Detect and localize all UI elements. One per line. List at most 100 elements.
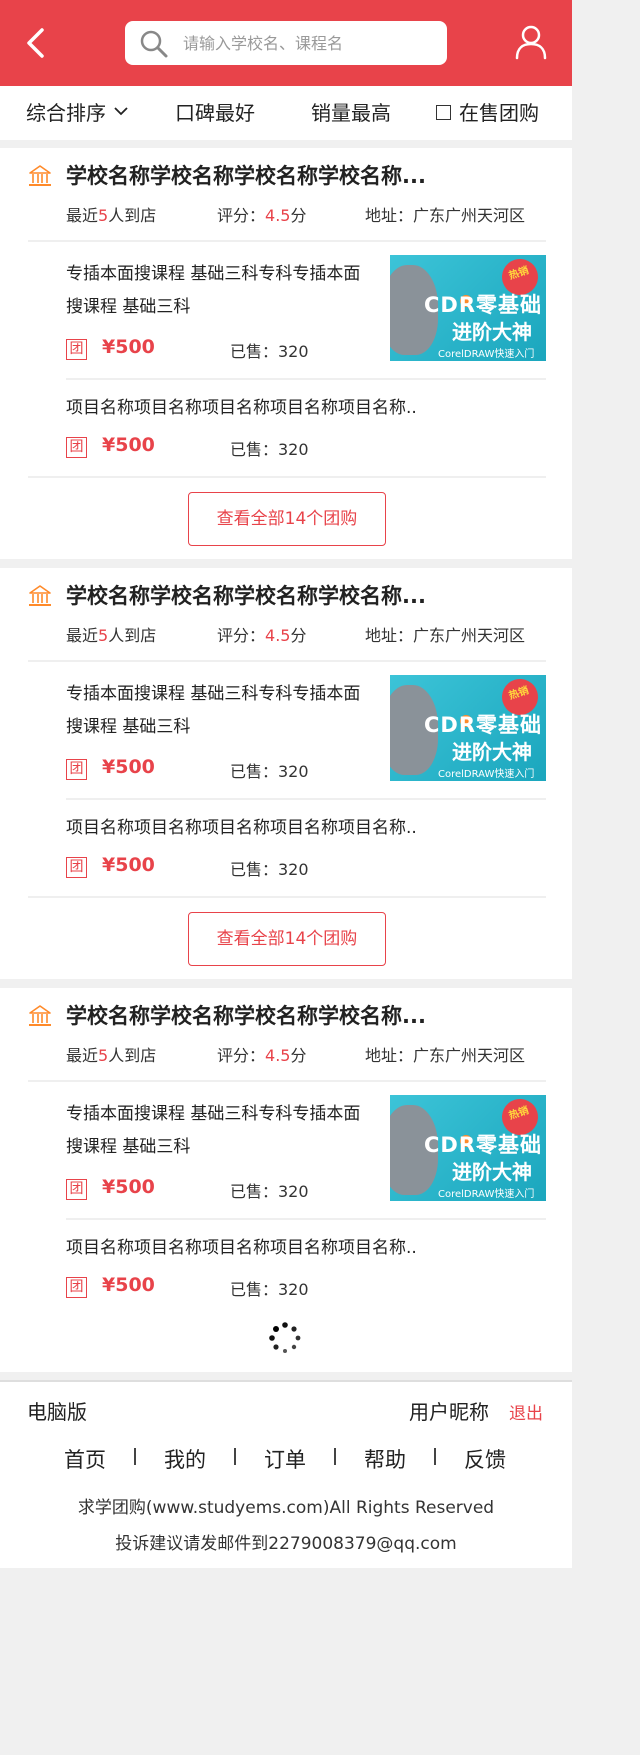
nav-separator	[334, 1448, 336, 1465]
rating-value: 4.5	[265, 626, 291, 645]
divider	[66, 378, 546, 380]
recent-suffix: 人到店	[108, 626, 157, 645]
footer-nav-mine[interactable]: 我的	[164, 1444, 206, 1474]
course-price: ¥500	[102, 1274, 155, 1296]
address: 地址：广东广州天河区	[365, 206, 526, 225]
search-input[interactable]	[183, 21, 433, 65]
filter-on-sale[interactable]: 在售团购	[436, 86, 539, 140]
pc-version-link[interactable]: 电脑版	[27, 1396, 87, 1425]
group-buy-tag: 团	[66, 339, 87, 360]
school-card: 学校名称学校名称学校名称学校名称... 最近5人到店 评分：4.5分 地址：广东…	[0, 988, 572, 1372]
recent-suffix: 人到店	[108, 1046, 157, 1065]
course-thumbnail[interactable]: 热销 CDR零基础 进阶大神 CorelDRAW快速入门	[390, 1095, 546, 1201]
filter-on-sale-label: 在售团购	[459, 101, 539, 125]
view-all-deals-button[interactable]: 查看全部14个团购	[188, 492, 386, 546]
sold-count: 已售：320	[230, 342, 309, 361]
divider	[28, 240, 546, 242]
recent-count: 5	[98, 626, 109, 645]
group-buy-tag: 团	[66, 857, 87, 878]
rating-label: 评分：	[217, 206, 266, 225]
thumbnail-headline: CDR零基础	[424, 293, 543, 317]
course-price: ¥500	[102, 854, 155, 876]
divider	[28, 476, 546, 478]
search-box[interactable]	[125, 21, 447, 65]
search-icon	[140, 30, 168, 58]
loading-spinner-icon	[269, 1322, 301, 1353]
school-name[interactable]: 学校名称学校名称学校名称学校名称...	[66, 580, 426, 610]
sold-count: 已售：320	[230, 440, 309, 459]
course-title[interactable]: 项目名称项目名称项目名称项目名称项目名称..	[66, 392, 546, 425]
sort-bar: 综合排序 口碑最好 销量最高 在售团购	[0, 86, 572, 140]
recent-prefix: 最近	[66, 206, 99, 225]
copyright-text: 求学团购(www.studyems.com)All Rights Reserve…	[77, 1498, 495, 1518]
contact-text: 投诉建议请发邮件到2279008379@qq.com	[115, 1534, 457, 1554]
recent-prefix: 最近	[66, 1046, 99, 1065]
recent-visitors: 最近5人到店	[66, 202, 156, 226]
on-sale-checkbox[interactable]	[436, 105, 451, 120]
course-thumbnail[interactable]: 热销 CDR零基础 进阶大神 CorelDRAW快速入门	[390, 675, 546, 781]
recent-count: 5	[98, 206, 109, 225]
thumbnail-headline: CDR零基础	[424, 713, 543, 737]
sort-comprehensive[interactable]: 综合排序	[26, 86, 128, 140]
course-price: ¥500	[102, 336, 155, 358]
chevron-down-icon	[114, 106, 128, 115]
school-card: 学校名称学校名称学校名称学校名称... 最近5人到店 评分：4.5分 地址：广东…	[0, 568, 572, 979]
divider	[66, 798, 546, 800]
top-header	[0, 0, 572, 86]
course-title[interactable]: 项目名称项目名称项目名称项目名称项目名称..	[66, 1232, 546, 1265]
recent-count: 5	[98, 1046, 109, 1065]
recent-visitors: 最近5人到店	[66, 1042, 156, 1066]
divider	[28, 660, 546, 662]
nav-separator	[134, 1448, 136, 1465]
footer-nav-help[interactable]: 帮助	[364, 1444, 406, 1474]
user-profile-icon[interactable]	[514, 24, 548, 60]
course-title[interactable]: 专插本面搜课程 基础三科专科专插本面搜课程 基础三科	[66, 1098, 366, 1164]
school-name[interactable]: 学校名称学校名称学校名称学校名称...	[66, 1000, 426, 1030]
sold-count: 已售：320	[230, 762, 309, 781]
recent-prefix: 最近	[66, 626, 99, 645]
course-price: ¥500	[102, 1176, 155, 1198]
course-thumbnail[interactable]: 热销 CDR零基础 进阶大神 CorelDRAW快速入门	[390, 255, 546, 361]
back-arrow-icon[interactable]	[22, 26, 50, 60]
course-price: ¥500	[102, 434, 155, 456]
rating-unit: 分	[290, 626, 307, 645]
rating-unit: 分	[290, 206, 307, 225]
sort-reputation[interactable]: 口碑最好	[175, 86, 255, 140]
footer-nav-home[interactable]: 首页	[64, 1444, 106, 1474]
rating: 评分：4.5分	[217, 202, 306, 226]
divider	[28, 896, 546, 898]
rating-unit: 分	[290, 1046, 307, 1065]
thumbnail-subheadline: 进阶大神	[452, 740, 532, 764]
rating-label: 评分：	[217, 626, 266, 645]
rating-value: 4.5	[265, 206, 291, 225]
footer-nav-orders[interactable]: 订单	[264, 1444, 306, 1474]
school-name[interactable]: 学校名称学校名称学校名称学校名称...	[66, 160, 426, 190]
thumbnail-caption: CorelDRAW快速入门	[438, 349, 535, 360]
logout-link[interactable]: 退出	[509, 1399, 543, 1424]
view-all-deals-button[interactable]: 查看全部14个团购	[188, 912, 386, 966]
address: 地址：广东广州天河区	[365, 1046, 526, 1065]
thumbnail-caption: CorelDRAW快速入门	[438, 1189, 535, 1200]
address: 地址：广东广州天河区	[365, 626, 526, 645]
sold-count: 已售：320	[230, 1280, 309, 1299]
sort-comprehensive-label: 综合排序	[26, 101, 106, 125]
sold-count: 已售：320	[230, 860, 309, 879]
rating: 评分：4.5分	[217, 622, 306, 646]
course-title[interactable]: 专插本面搜课程 基础三科专科专插本面搜课程 基础三科	[66, 678, 366, 744]
sort-sales[interactable]: 销量最高	[311, 86, 391, 140]
school-card: 学校名称学校名称学校名称学校名称... 最近5人到店 评分：4.5分 地址：广东…	[0, 148, 572, 559]
group-buy-tag: 团	[66, 1277, 87, 1298]
course-title[interactable]: 专插本面搜课程 基础三科专科专插本面搜课程 基础三科	[66, 258, 366, 324]
thumbnail-headline: CDR零基础	[424, 1133, 543, 1157]
recent-visitors: 最近5人到店	[66, 622, 156, 646]
nav-separator	[234, 1448, 236, 1465]
nav-separator	[434, 1448, 436, 1465]
course-title[interactable]: 项目名称项目名称项目名称项目名称项目名称..	[66, 812, 546, 845]
rating-value: 4.5	[265, 1046, 291, 1065]
user-nickname: 用户昵称	[409, 1400, 489, 1424]
rating-label: 评分：	[217, 1046, 266, 1065]
school-building-icon	[29, 165, 51, 186]
sort-sales-label: 销量最高	[311, 101, 391, 125]
footer-nav-feedback[interactable]: 反馈	[464, 1444, 506, 1474]
divider	[28, 1080, 546, 1082]
